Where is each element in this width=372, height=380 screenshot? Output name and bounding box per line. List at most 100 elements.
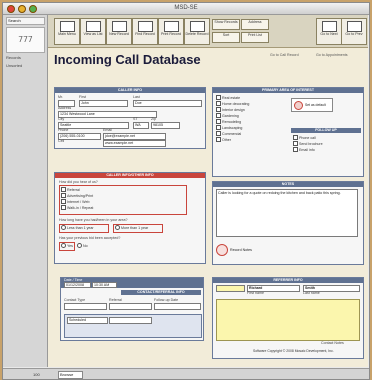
- repeat-label: Has your previous bid been accepted?: [59, 236, 121, 240]
- search-field[interactable]: Search: [6, 17, 45, 25]
- address-field[interactable]: 1234 Westwood Lane: [58, 111, 157, 118]
- referral-label: Referral: [109, 298, 122, 302]
- found-option[interactable]: Referral: [61, 187, 80, 192]
- website-field[interactable]: www.example.net: [103, 140, 166, 147]
- cell-label: Cell: [58, 139, 65, 143]
- follow-up-date-field[interactable]: [154, 303, 201, 310]
- next-record-button[interactable]: Go to Next: [316, 18, 342, 45]
- checkbox-icon: [61, 193, 66, 198]
- checkbox-icon: [61, 187, 66, 192]
- checkbox-icon: [216, 119, 221, 124]
- page-title: Incoming Call Database: [54, 52, 201, 67]
- speaker-icon: [216, 244, 228, 256]
- app-window: MSD-SE Search 777 Records Unsorted Main …: [2, 2, 370, 380]
- time-field[interactable]: 10:30 AM: [92, 282, 117, 288]
- email-field[interactable]: jdoe@example.net: [103, 133, 166, 140]
- interest-option[interactable]: Landscaping: [216, 125, 242, 130]
- checkbox-icon: [216, 95, 221, 100]
- delete-icon: [190, 21, 205, 32]
- checkbox-icon: [293, 147, 298, 152]
- copyright-text: Software Copyright © 2008 Mosaic Develop…: [253, 349, 334, 353]
- follow-up-option[interactable]: Phone call: [293, 135, 316, 140]
- interest-option[interactable]: Gardening: [216, 113, 239, 118]
- interest-option[interactable]: Real estate: [216, 95, 240, 100]
- records-label: Records: [6, 55, 21, 60]
- date-field[interactable]: 01/12/2008: [64, 282, 91, 288]
- title-label: Mr.: [58, 95, 63, 99]
- first-name-field[interactable]: John: [79, 100, 128, 107]
- interest-option[interactable]: Commercial: [216, 131, 241, 136]
- address-button[interactable]: Address: [241, 19, 269, 30]
- checkbox-icon: [216, 125, 221, 130]
- duration-option[interactable]: Less than 1 year: [61, 225, 94, 230]
- previous-icon: [347, 21, 362, 32]
- title-bar: MSD-SE: [3, 3, 369, 15]
- found-option[interactable]: Advertising/Print: [61, 193, 93, 198]
- caller-info-panel: CALLER INFO Mr. First Last John Doe Addr…: [54, 87, 206, 149]
- book-icon[interactable]: 777: [6, 27, 45, 53]
- radio-icon: [115, 225, 120, 230]
- show-records-button[interactable]: Show Records: [212, 19, 240, 30]
- set-default-button[interactable]: Set as default: [291, 98, 333, 112]
- unsorted-label: Unsorted: [6, 63, 23, 68]
- home-icon: [60, 21, 75, 32]
- city-field[interactable]: Seattle: [58, 122, 129, 129]
- print-record-button[interactable]: Print Record: [158, 18, 184, 45]
- checkbox-icon: [293, 135, 298, 140]
- find-record-button[interactable]: Find Record: [132, 18, 158, 45]
- interest-option[interactable]: Remodeling: [216, 119, 241, 124]
- duration-option[interactable]: More than 1 year: [115, 225, 148, 230]
- referrer-last-label: Last name: [303, 291, 320, 295]
- status-detail-field[interactable]: [109, 317, 152, 324]
- contact-type-label: Contact Type: [64, 298, 86, 302]
- checkbox-icon: [216, 137, 221, 142]
- follow-up-option[interactable]: Email info: [293, 147, 315, 152]
- repeat-option[interactable]: Yes: [61, 243, 73, 248]
- zip-field[interactable]: 98105: [151, 122, 180, 129]
- radio-icon: [77, 243, 82, 248]
- state-field[interactable]: WA: [133, 122, 149, 129]
- address-label: Address: [58, 106, 72, 110]
- status-field[interactable]: Scheduled: [67, 317, 108, 324]
- first-label: First: [79, 95, 86, 99]
- state-label: ST: [133, 117, 138, 121]
- notes-textarea[interactable]: Caller is looking for a quote on redoing…: [216, 189, 358, 237]
- interest-option[interactable]: Home decorating: [216, 101, 249, 106]
- print-list-button[interactable]: Print List: [241, 32, 269, 43]
- interest-header: PRIMARY AREA OF INTEREST: [213, 88, 363, 93]
- previous-record-button[interactable]: Go to Prev: [341, 18, 367, 45]
- contact-subpanel: Scheduled: [64, 314, 202, 338]
- record-notes-button[interactable]: Record Notes: [216, 244, 252, 256]
- view-list-button[interactable]: View as List: [80, 18, 106, 45]
- interest-option[interactable]: Other: [216, 137, 231, 142]
- referrer-notes-area[interactable]: [216, 299, 360, 341]
- call-record-link[interactable]: Go to Call Record: [270, 53, 310, 58]
- repeat-option[interactable]: No: [77, 243, 88, 248]
- main-menu-button[interactable]: Main Menu: [54, 18, 80, 45]
- radio-icon: [61, 225, 66, 230]
- checkbox-icon: [293, 141, 298, 146]
- found-option[interactable]: Walk-in / Repeat: [61, 205, 93, 210]
- interest-panel: PRIMARY AREA OF INTEREST Real estate Hom…: [212, 87, 364, 177]
- referrer-header: REFERRER INFO: [213, 278, 363, 283]
- contact-header: CONTACT/REFERRAL INFO: [121, 290, 201, 295]
- phone-field[interactable]: (206) 555-0100: [58, 133, 101, 140]
- new-record-button[interactable]: New Record: [106, 18, 132, 45]
- contact-type-field[interactable]: [64, 303, 107, 310]
- delete-record-button[interactable]: Delete Record: [184, 18, 210, 45]
- referrer-panel: REFERRER INFO Richard Smith First name L…: [212, 277, 364, 359]
- referral-field[interactable]: [109, 303, 152, 310]
- mode-selector[interactable]: Browse: [58, 371, 83, 379]
- radio-icon: [61, 243, 66, 248]
- checkbox-icon: [216, 131, 221, 136]
- found-option[interactable]: Internet / Web: [61, 199, 90, 204]
- sort-button[interactable]: Sort: [212, 32, 240, 43]
- checkbox-icon: [61, 205, 66, 210]
- follow-up-option[interactable]: Send brochure: [293, 141, 323, 146]
- toolbar: Main Menu View as List New Record Find R…: [48, 15, 368, 48]
- zoom-level[interactable]: 100: [33, 372, 40, 377]
- print-icon: [164, 21, 179, 32]
- interest-option[interactable]: Interior design: [216, 107, 245, 112]
- appointments-link[interactable]: Go to Appointments: [316, 53, 362, 58]
- last-name-field[interactable]: Doe: [133, 100, 202, 107]
